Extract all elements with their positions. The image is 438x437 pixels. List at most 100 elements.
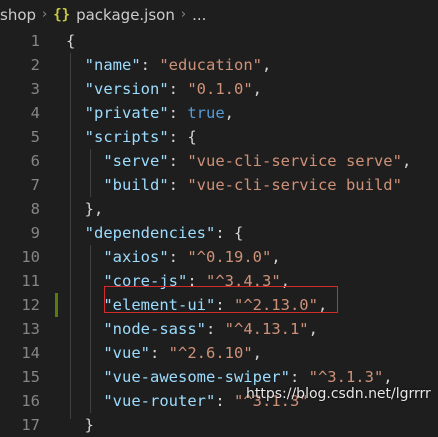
line-number: 15 — [21, 368, 40, 386]
line-number: 12 — [21, 296, 40, 314]
json-value: "^2.6.10" — [168, 344, 253, 362]
line-number: 3 — [30, 80, 40, 98]
json-key: "node-sass" — [103, 320, 206, 338]
highlight-box — [104, 286, 338, 313]
breadcrumb-folder[interactable]: shop — [0, 6, 36, 24]
line-number: 6 — [30, 152, 40, 170]
json-separator: : — [215, 392, 234, 410]
breadcrumb-file[interactable]: package.json — [76, 6, 175, 24]
line-number: 1 — [30, 32, 40, 50]
json-separator: : — [150, 344, 169, 362]
json-key: "name" — [84, 56, 141, 74]
json-value: "vue-cli-service build" — [187, 176, 402, 194]
json-value: "education" — [159, 56, 262, 74]
code-line[interactable]: 3 "version": "0.1.0", — [0, 77, 438, 101]
code-text: "scripts": { — [66, 125, 197, 149]
code-text: "build": "vue-cli-service build" — [66, 173, 402, 197]
code-text: "node-sass": "^4.13.1", — [66, 317, 318, 341]
json-punctuation: , — [224, 104, 235, 122]
json-punctuation: , — [308, 320, 318, 338]
json-separator: : — [168, 128, 188, 146]
json-punctuation: , — [383, 368, 393, 386]
json-key: "vue" — [103, 344, 150, 362]
code-line[interactable]: 10 "axios": "^0.19.0", — [0, 245, 438, 269]
breadcrumb-ellipsis[interactable]: ... — [192, 6, 206, 24]
code-editor[interactable]: 1{2 "name": "education", 3 "version": "0.… — [0, 29, 438, 434]
code-text: "vue": "^2.6.10", — [66, 341, 262, 365]
breadcrumb: shop › {} package.json › ... — [0, 0, 438, 29]
line-number: 8 — [30, 200, 40, 218]
chevron-right-icon: › — [180, 7, 187, 22]
json-separator: : — [168, 248, 188, 266]
line-number: 16 — [21, 392, 40, 410]
json-separator: : — [168, 152, 188, 170]
json-punctuation: , — [252, 344, 263, 362]
json-key: "private" — [84, 104, 169, 122]
json-punctuation: , — [401, 152, 412, 170]
code-text: "name": "education", — [66, 53, 272, 77]
code-line[interactable]: 8 }, — [0, 197, 438, 221]
code-line[interactable]: 14 "vue": "^2.6.10", — [0, 341, 438, 365]
json-key: "vue-awesome-swiper" — [103, 368, 290, 386]
json-file-icon: {} — [53, 6, 71, 23]
code-line[interactable]: 13 "node-sass": "^4.13.1", — [0, 317, 438, 341]
json-punctuation: }, — [84, 200, 104, 218]
code-text: } — [66, 413, 94, 437]
json-punctuation: , — [252, 80, 263, 98]
json-separator: : — [168, 176, 188, 194]
json-key: "version" — [84, 80, 169, 98]
json-separator: : — [140, 56, 160, 74]
watermark: https://blog.csdn.net/lgrrrr — [246, 386, 431, 402]
code-text: "dependencies": { — [66, 221, 244, 245]
json-value: "^3.1.3" — [308, 368, 384, 386]
json-punctuation: , — [262, 56, 272, 74]
code-line[interactable]: 17 } — [0, 413, 438, 437]
line-number: 5 — [30, 128, 40, 146]
json-separator: : — [168, 104, 188, 122]
code-line[interactable]: 4 "private": true, — [0, 101, 438, 125]
code-text: }, — [66, 197, 104, 221]
json-key: "build" — [103, 176, 169, 194]
line-number: 2 — [30, 56, 40, 74]
code-text: "version": "0.1.0", — [66, 77, 262, 101]
json-key: "axios" — [103, 248, 169, 266]
json-value: "0.1.0" — [187, 80, 253, 98]
json-key: "vue-router" — [103, 392, 216, 410]
code-text: "serve": "vue-cli-service serve", — [66, 149, 411, 173]
json-value: "vue-cli-service serve" — [187, 152, 402, 170]
json-value: "^0.19.0" — [187, 248, 272, 266]
line-number: 11 — [21, 272, 40, 290]
code-line[interactable]: 5 "scripts": { — [0, 125, 438, 149]
code-line[interactable]: 7 "build": "vue-cli-service build" — [0, 173, 438, 197]
code-line[interactable]: 2 "name": "education", — [0, 53, 438, 77]
code-line[interactable]: 6 "serve": "vue-cli-service serve", — [0, 149, 438, 173]
line-number: 7 — [30, 176, 40, 194]
code-text: "axios": "^0.19.0", — [66, 245, 281, 269]
line-number: 9 — [30, 224, 40, 242]
json-punctuation: { — [187, 128, 197, 146]
json-value: true — [187, 104, 225, 122]
json-key: "serve" — [103, 152, 169, 170]
json-separator: : — [205, 320, 225, 338]
json-punctuation: , — [271, 248, 281, 266]
line-number: 10 — [21, 248, 40, 266]
code-text: "private": true, — [66, 101, 234, 125]
json-separator: : — [289, 368, 309, 386]
json-value: "^4.13.1" — [224, 320, 309, 338]
code-text: { — [66, 29, 75, 53]
code-line[interactable]: 9 "dependencies": { — [0, 221, 438, 245]
code-line[interactable]: 1{ — [0, 29, 438, 53]
